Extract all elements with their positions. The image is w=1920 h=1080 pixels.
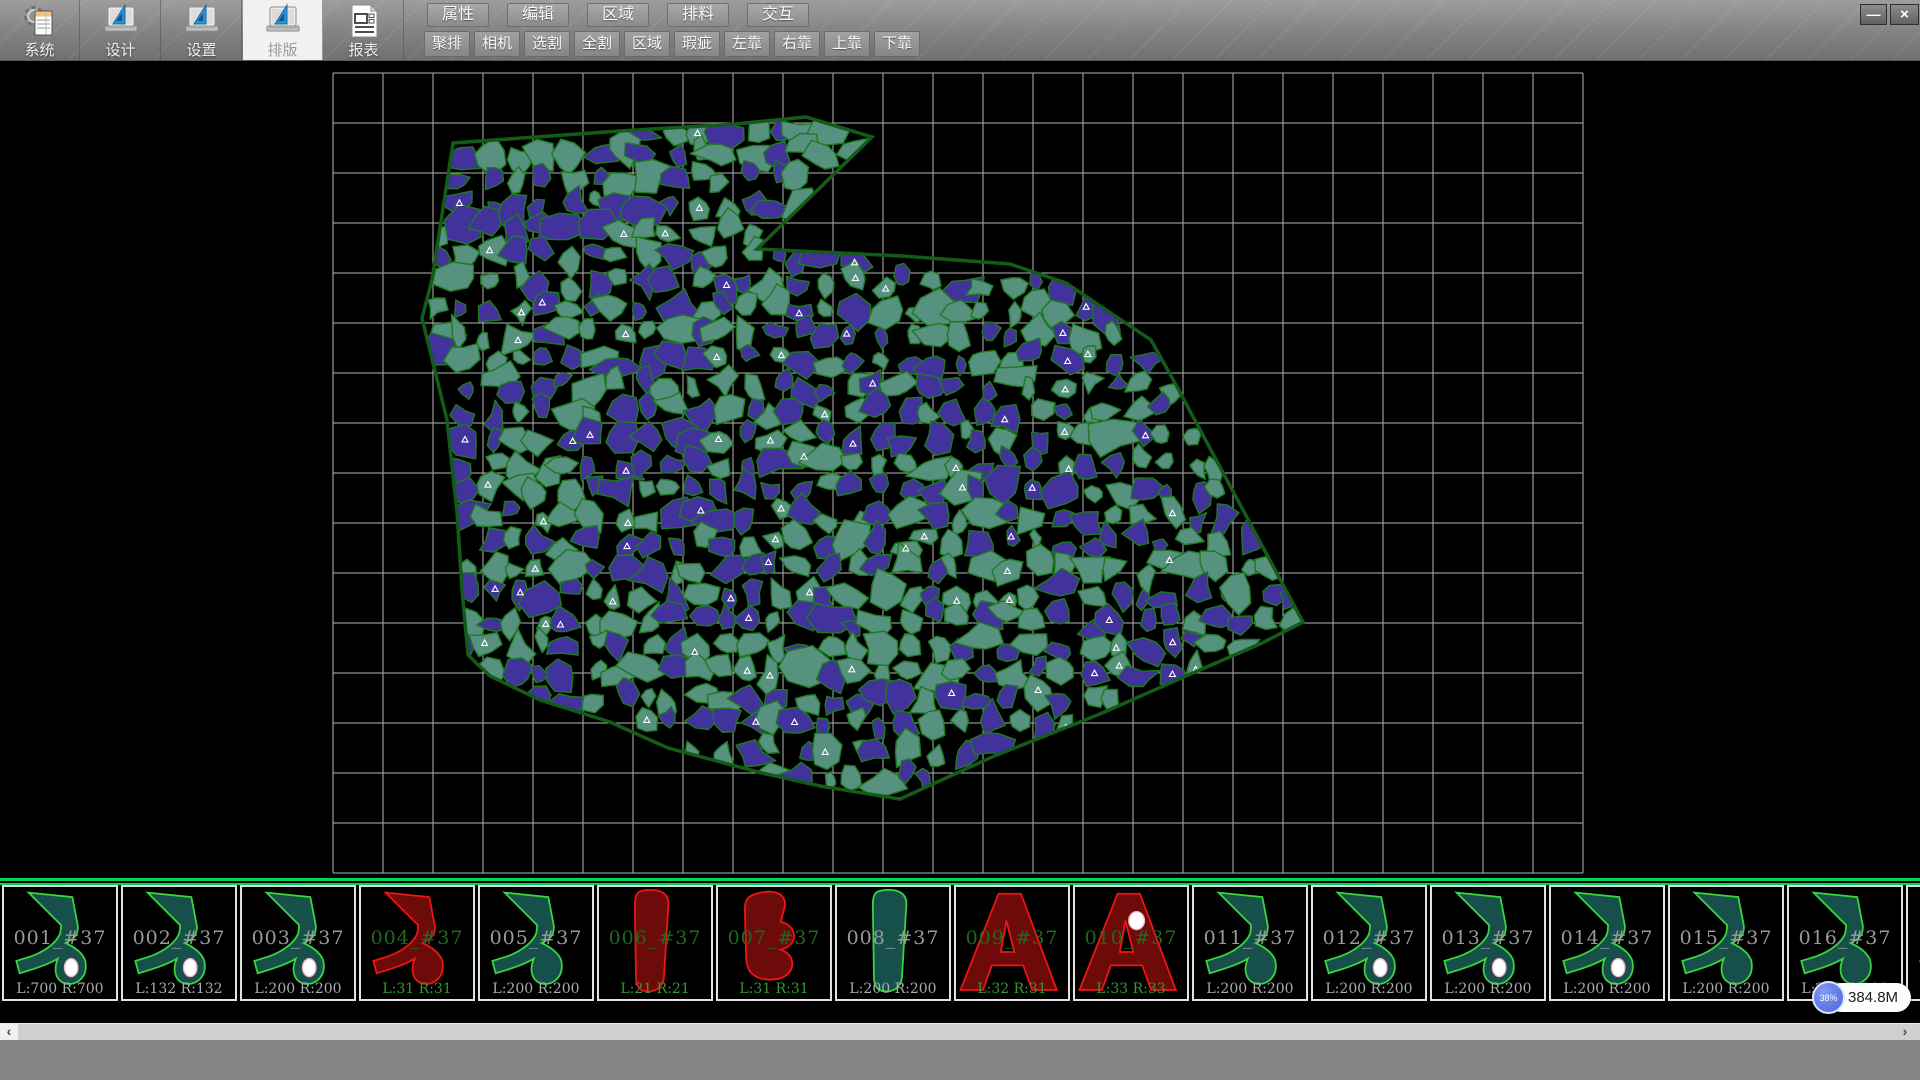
- thumbnail-piece-006_#37[interactable]: 006_#37L:21 R:21: [597, 885, 713, 1001]
- piece-shape: [837, 887, 949, 999]
- thumbnail-piece-007_#37[interactable]: 007_#37L:31 R:31: [716, 885, 832, 1001]
- gear-document-icon: [21, 3, 59, 39]
- laptop-ruler-icon: [102, 3, 140, 39]
- tool-button-8[interactable]: 右靠: [774, 31, 820, 57]
- piece-shape: [1194, 887, 1306, 999]
- menu-tab-5[interactable]: 交互: [747, 3, 809, 27]
- memory-value: 384.8M: [1848, 989, 1898, 1006]
- main-button-setup[interactable]: 设置: [162, 0, 242, 60]
- piece-shape: [1432, 887, 1544, 999]
- piece-shape: [123, 887, 235, 999]
- progress-percent: 38%: [1819, 993, 1837, 1003]
- laptop-ruler-icon: [264, 3, 302, 39]
- thumbnail-piece-010_#37[interactable]: 010_#37L:33 R:33: [1073, 885, 1189, 1001]
- main-button-report[interactable]: 报表: [324, 0, 404, 60]
- status-bar: [0, 1040, 1920, 1080]
- scroll-left-arrow-icon[interactable]: ‹: [0, 1024, 18, 1040]
- tool-button-4[interactable]: 全割: [574, 31, 620, 57]
- thumbnail-piece-011_#37[interactable]: 011_#37L:200 R:200: [1192, 885, 1308, 1001]
- main-button-label: 排版: [267, 43, 297, 58]
- memory-progress-badge[interactable]: 384.8M 38%: [1812, 981, 1912, 1014]
- piece-shape: [718, 887, 830, 999]
- tool-button-10[interactable]: 下靠: [874, 31, 920, 57]
- piece-shape: [4, 887, 116, 999]
- thumbnail-piece-001_#37[interactable]: 001_#37L:700 R:700: [2, 885, 118, 1001]
- thumbnail-piece-013_#37[interactable]: 013_#37L:200 R:200: [1430, 885, 1546, 1001]
- piece-shape: [956, 887, 1068, 999]
- piece-shape: [599, 887, 711, 999]
- scroll-right-arrow-icon[interactable]: ›: [1896, 1024, 1914, 1040]
- thumbnail-piece-009_#37[interactable]: 009_#37L:32 R:31: [954, 885, 1070, 1001]
- piece-shape: [1670, 887, 1782, 999]
- tool-button-7[interactable]: 左靠: [724, 31, 770, 57]
- nesting-canvas[interactable]: [0, 60, 1920, 878]
- tool-button-6[interactable]: 瑕疵: [674, 31, 720, 57]
- menu-tab-4[interactable]: 排料: [667, 3, 729, 27]
- tool-button-3[interactable]: 选割: [524, 31, 570, 57]
- main-button-label: 报表: [348, 43, 378, 58]
- main-button-label: 设计: [105, 43, 135, 58]
- strip-divider-line: [0, 878, 1920, 881]
- top-toolbar: 系统设计设置排版报表 属性编辑区域排料交互 聚排相机选割全割区域瑕疵左靠右靠上靠…: [0, 0, 1920, 61]
- piece-thumbnail-strip: 001_#37L:700 R:700002_#37L:132 R:132003_…: [0, 878, 1920, 1023]
- main-button-design[interactable]: 设计: [81, 0, 161, 60]
- horizontal-scrollbar[interactable]: ‹ ›: [0, 1023, 1920, 1040]
- thumbnail-list: 001_#37L:700 R:700002_#37L:132 R:132003_…: [2, 885, 1920, 1001]
- thumbnail-piece-004_#37[interactable]: 004_#37L:31 R:31: [359, 885, 475, 1001]
- tool-button-2[interactable]: 相机: [474, 31, 520, 57]
- piece-shape: [242, 887, 354, 999]
- thumbnail-piece-002_#37[interactable]: 002_#37L:132 R:132: [121, 885, 237, 1001]
- piece-shape: [480, 887, 592, 999]
- thumbnail-piece-012_#37[interactable]: 012_#37L:200 R:200: [1311, 885, 1427, 1001]
- progress-circle: 38%: [1812, 981, 1845, 1014]
- thumbnail-piece-014_#37[interactable]: 014_#37L:200 R:200: [1549, 885, 1665, 1001]
- thumbnail-piece-008_#37[interactable]: 008_#37L:200 R:200: [835, 885, 951, 1001]
- thumbnail-piece-005_#37[interactable]: 005_#37L:200 R:200: [478, 885, 594, 1001]
- piece-shape: [1075, 887, 1187, 999]
- piece-shape: [1551, 887, 1663, 999]
- nesting-canvas-area[interactable]: [0, 60, 1920, 878]
- thumbnail-piece-015_#37[interactable]: 015_#37L:200 R:200: [1668, 885, 1784, 1001]
- piece-shape: [361, 887, 473, 999]
- piece-shape: [1313, 887, 1425, 999]
- close-button[interactable]: ×: [1890, 4, 1919, 25]
- tool-button-1[interactable]: 聚排: [424, 31, 470, 57]
- menu-tab-2[interactable]: 编辑: [507, 3, 569, 27]
- main-button-label: 设置: [186, 43, 216, 58]
- laptop-ruler-icon: [183, 3, 221, 39]
- thumbnail-piece-003_#37[interactable]: 003_#37L:200 R:200: [240, 885, 356, 1001]
- main-button-nesting[interactable]: 排版: [243, 0, 323, 60]
- menu-tab-1[interactable]: 属性: [427, 3, 489, 27]
- main-button-label: 系统: [24, 43, 54, 58]
- tool-button-9[interactable]: 上靠: [824, 31, 870, 57]
- main-button-system[interactable]: 系统: [0, 0, 80, 60]
- tool-button-5[interactable]: 区域: [624, 31, 670, 57]
- report-document-icon: [345, 3, 383, 39]
- minimize-button[interactable]: —: [1860, 4, 1887, 25]
- menu-tab-3[interactable]: 区域: [587, 3, 649, 27]
